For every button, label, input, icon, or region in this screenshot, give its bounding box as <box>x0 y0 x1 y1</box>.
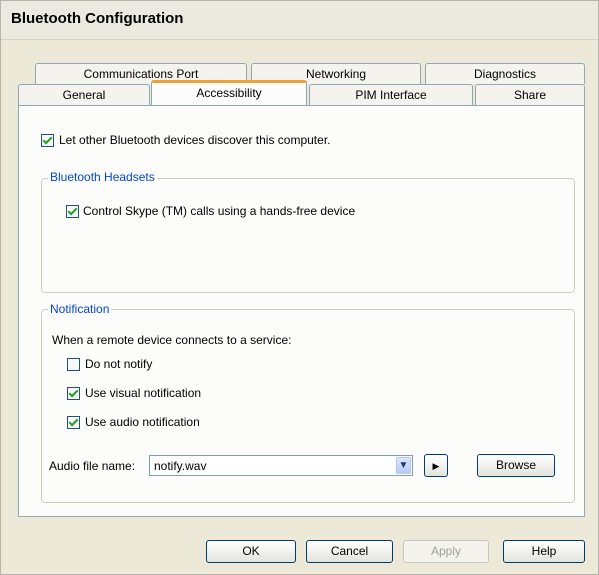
tab-accessibility[interactable]: Accessibility <box>151 80 307 105</box>
skype-label: Control Skype (TM) calls using a hands-f… <box>83 204 356 218</box>
bluetooth-configuration-window: Bluetooth Configuration Communications P… <box>0 0 599 575</box>
bluetooth-headsets-legend: Bluetooth Headsets <box>48 170 157 184</box>
do-not-notify-checkbox[interactable] <box>67 358 80 371</box>
window-title: Bluetooth Configuration <box>11 10 184 27</box>
visual-notification-checkbox[interactable] <box>67 387 80 400</box>
notification-legend: Notification <box>48 302 112 316</box>
audio-notification-checkbox[interactable] <box>67 416 80 429</box>
ok-button[interactable]: OK <box>206 540 296 563</box>
browse-button[interactable]: Browse <box>477 454 555 477</box>
chevron-down-icon[interactable]: ▼ <box>396 457 411 474</box>
tab-pim-interface[interactable]: PIM Interface <box>309 84 473 105</box>
apply-button[interactable]: Apply <box>403 540 489 563</box>
tab-general[interactable]: General <box>18 84 150 105</box>
audio-file-label: Audio file name: <box>49 459 136 473</box>
play-icon: ▶ <box>432 461 440 471</box>
tab-share[interactable]: Share <box>475 84 585 105</box>
discover-checkbox[interactable] <box>41 134 54 147</box>
tab-diagnostics[interactable]: Diagnostics <box>425 63 585 84</box>
bluetooth-headsets-group <box>41 178 575 293</box>
do-not-notify-label: Do not notify <box>85 357 153 371</box>
cancel-button[interactable]: Cancel <box>306 540 393 563</box>
title-bar: Bluetooth Configuration <box>1 1 598 40</box>
notification-prompt: When a remote device connects to a servi… <box>52 333 292 347</box>
discover-label: Let other Bluetooth devices discover thi… <box>59 133 331 147</box>
skype-checkbox[interactable] <box>66 205 79 218</box>
audio-notification-label: Use audio notification <box>85 415 200 429</box>
audio-file-combo[interactable]: notify.wav ▼ <box>149 455 413 476</box>
audio-file-value: notify.wav <box>154 459 207 473</box>
help-button[interactable]: Help <box>503 540 585 563</box>
visual-notification-label: Use visual notification <box>85 386 202 400</box>
accessibility-panel: Let other Bluetooth devices discover thi… <box>18 105 585 517</box>
play-button[interactable]: ▶ <box>424 454 448 477</box>
